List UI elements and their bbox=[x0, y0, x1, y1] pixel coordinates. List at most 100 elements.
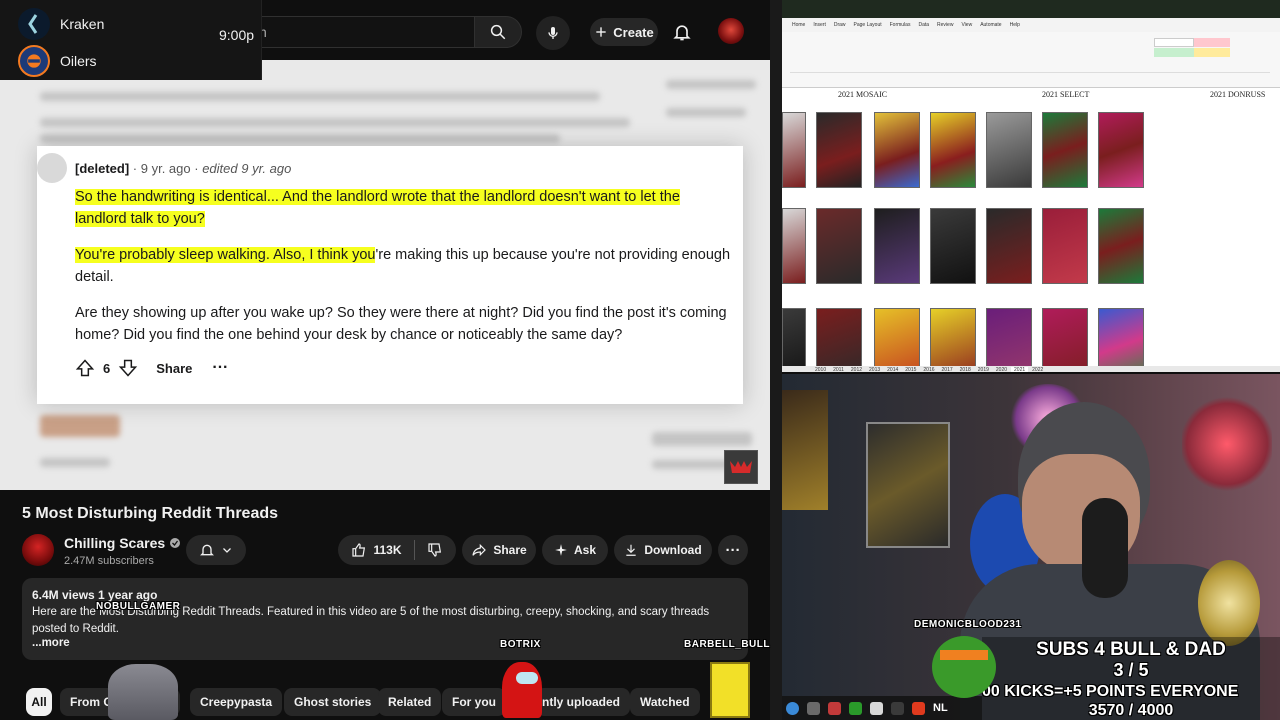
taskbar-app-icon[interactable] bbox=[870, 701, 883, 715]
search-icon bbox=[490, 24, 506, 40]
notifications-button[interactable] bbox=[670, 20, 694, 44]
sheet-tab[interactable]: 2022 bbox=[1029, 367, 1046, 372]
taskbar-app-icon[interactable] bbox=[849, 701, 862, 715]
blurred-text bbox=[40, 458, 110, 467]
excel-menu-insert[interactable]: Insert bbox=[813, 22, 826, 28]
bell-icon bbox=[673, 25, 691, 41]
sheet-tab[interactable]: 2018 bbox=[957, 367, 974, 372]
excel-menu-draw[interactable]: Draw bbox=[834, 22, 846, 28]
sheet-tab[interactable]: 2013 bbox=[866, 367, 883, 372]
excel-menu-automate[interactable]: Automate bbox=[980, 22, 1001, 28]
video-description[interactable]: 6.4M views 1 year ago Here are the Most … bbox=[22, 578, 748, 660]
sheet-tab[interactable]: 2019 bbox=[975, 367, 992, 372]
more-actions-button[interactable]: ··· bbox=[718, 535, 748, 565]
excel-menu-page-layout[interactable]: Page Layout bbox=[854, 22, 882, 28]
microphone bbox=[1082, 498, 1128, 598]
thumbs-down-icon[interactable] bbox=[427, 542, 443, 558]
channel-avatar[interactable] bbox=[22, 534, 54, 566]
style-good[interactable] bbox=[1154, 48, 1194, 57]
trading-card bbox=[986, 308, 1032, 372]
show-more-link[interactable]: ...more bbox=[32, 637, 70, 649]
trading-card bbox=[1042, 308, 1088, 372]
sheet-tab[interactable]: 2014 bbox=[884, 367, 901, 372]
sheet-tab[interactable]: 2010 bbox=[812, 367, 829, 372]
comment-paragraph-1-text: So the handwriting is identical... And t… bbox=[75, 189, 680, 227]
comment-age: 9 yr. ago bbox=[140, 161, 191, 176]
trading-card bbox=[1098, 112, 1144, 188]
sheet-tab[interactable]: 2017 bbox=[939, 367, 956, 372]
taskbar-app-icon[interactable] bbox=[828, 701, 841, 715]
excel-menu-view[interactable]: View bbox=[961, 22, 972, 28]
downvote-icon[interactable] bbox=[118, 358, 138, 378]
comment-paragraph-2-highlight: You're probably sleep walking. Also, I t… bbox=[75, 247, 376, 263]
chip-related[interactable]: Related bbox=[378, 688, 442, 716]
scoreboard-team-2: Oilers bbox=[18, 45, 97, 77]
download-button[interactable]: Download bbox=[614, 535, 712, 565]
spongebob-sprite bbox=[710, 662, 750, 718]
taskbar-app-icon[interactable] bbox=[912, 701, 925, 715]
comment-actions: 6 Share ··· bbox=[75, 358, 228, 378]
chip-ghost-stories[interactable]: Ghost stories bbox=[284, 688, 382, 716]
sheet-tab[interactable]: 2020 bbox=[993, 367, 1010, 372]
excel-menu-data[interactable]: Data bbox=[918, 22, 929, 28]
blurred-text bbox=[40, 134, 560, 143]
search-button[interactable] bbox=[474, 16, 522, 48]
thumbs-up-icon[interactable] bbox=[351, 542, 367, 558]
chip-all[interactable]: All bbox=[26, 688, 52, 716]
subscriber-count: 2.47M subscribers bbox=[64, 555, 154, 567]
excel-menu-formulas[interactable]: Formulas bbox=[890, 22, 911, 28]
like-count[interactable]: 113K bbox=[373, 543, 401, 557]
sheet-tab[interactable]: 2016 bbox=[920, 367, 937, 372]
screen: h Create Kraken Oilers 9:00p [deleted] ·… bbox=[0, 0, 1280, 720]
create-button[interactable]: Create bbox=[590, 18, 658, 46]
style-neutral[interactable] bbox=[1194, 48, 1230, 57]
subscription-bell-button[interactable] bbox=[186, 535, 246, 565]
sheet-tab[interactable]: 2015 bbox=[902, 367, 919, 372]
chip-creepypasta[interactable]: Creepypasta bbox=[190, 688, 283, 716]
share-button[interactable]: Share bbox=[462, 535, 536, 565]
taskbar-app-icon[interactable] bbox=[891, 701, 904, 715]
excel-menu-help[interactable]: Help bbox=[1010, 22, 1020, 28]
windows-taskbar: NL bbox=[782, 696, 982, 720]
header-mosaic: 2021 MOSAIC bbox=[838, 90, 888, 99]
account-avatar[interactable] bbox=[718, 18, 744, 44]
chip-recently-uploaded[interactable]: ntly uploaded bbox=[536, 688, 630, 716]
video-title: 5 Most Disturbing Reddit Threads bbox=[22, 505, 279, 522]
share-label: Share bbox=[493, 543, 527, 557]
excel-menu-home[interactable]: Home bbox=[792, 22, 805, 28]
blurred-text bbox=[666, 108, 746, 117]
trading-card bbox=[930, 112, 976, 188]
sheet-tab[interactable]: 2012 bbox=[848, 367, 865, 372]
upvote-icon[interactable] bbox=[75, 358, 95, 378]
style-bad[interactable] bbox=[1194, 38, 1230, 47]
ask-button[interactable]: Ask bbox=[542, 535, 608, 565]
kraken-logo-icon bbox=[18, 8, 50, 40]
background-card bbox=[782, 390, 828, 510]
edge-icon[interactable] bbox=[786, 701, 799, 715]
chip-watched[interactable]: Watched bbox=[630, 688, 700, 716]
comment-share-button[interactable]: Share bbox=[156, 361, 192, 376]
sheet-tab-active[interactable]: 2021 bbox=[1011, 367, 1029, 372]
blurred-image bbox=[40, 415, 120, 437]
plus-icon bbox=[596, 27, 606, 37]
sheet-tabs: 2010 2011 2012 2013 2014 2015 2016 2017 … bbox=[782, 366, 1280, 372]
reddit-comment: [deleted] · 9 yr. ago · edited 9 yr. ago… bbox=[37, 146, 743, 404]
comment-more-button[interactable]: ··· bbox=[212, 359, 228, 377]
goal-2-title: 00 KICKS=+5 POINTS EVERYONE bbox=[982, 683, 1239, 700]
blurred-text bbox=[40, 92, 600, 101]
chip-for-you[interactable]: For you bbox=[442, 688, 506, 716]
rgb-light bbox=[1182, 394, 1272, 494]
excel-menu-review[interactable]: Review bbox=[937, 22, 953, 28]
excel-grid[interactable]: 2021 MOSAIC 2021 SELECT 2021 DONRUSS bbox=[782, 88, 1280, 372]
voice-search-button[interactable] bbox=[536, 16, 570, 50]
held-trading-card bbox=[866, 422, 950, 548]
style-normal[interactable] bbox=[1154, 38, 1194, 47]
channel-watermark[interactable] bbox=[724, 450, 758, 484]
taskbar-app-icon[interactable] bbox=[807, 701, 820, 715]
youtube-window: h Create Kraken Oilers 9:00p [deleted] ·… bbox=[0, 0, 780, 720]
goal-1-progress: 3 / 5 bbox=[1113, 660, 1149, 680]
scoreboard-overlay: Kraken Oilers 9:00p bbox=[0, 0, 262, 80]
video-player[interactable]: [deleted] · 9 yr. ago · edited 9 yr. ago… bbox=[0, 60, 770, 490]
channel-name-row[interactable]: Chilling Scares bbox=[64, 535, 181, 551]
sheet-tab[interactable]: 2011 bbox=[830, 367, 847, 372]
